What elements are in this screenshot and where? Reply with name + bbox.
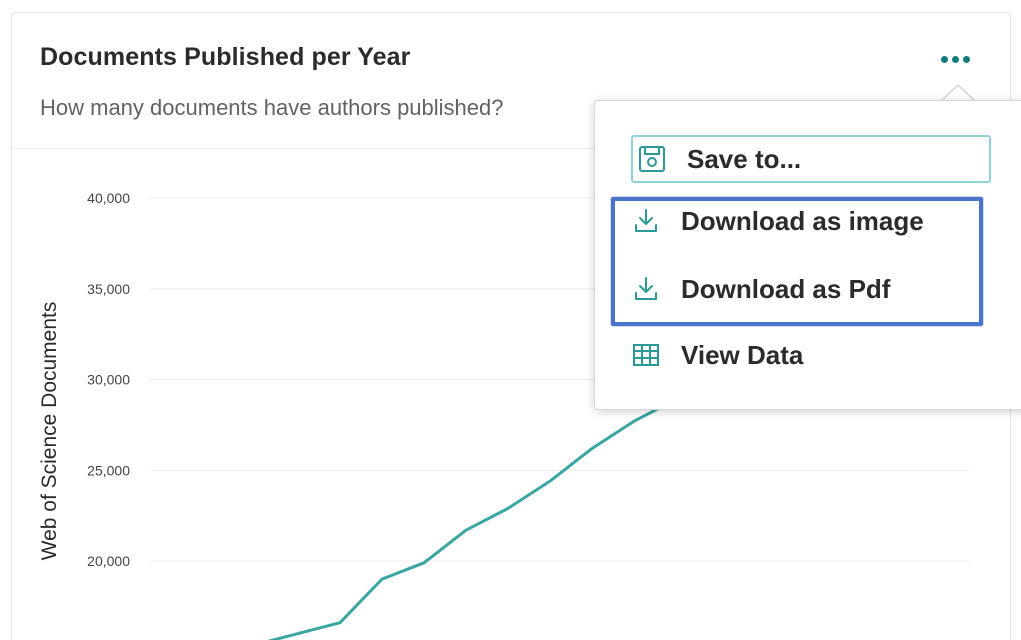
series-line <box>267 398 677 640</box>
more-horizontal-icon-dot-2 <box>951 55 959 63</box>
menu-item-label: Download as Pdf <box>681 273 891 304</box>
menu-item-label: View Data <box>681 339 804 370</box>
menu-item-download-pdf[interactable]: Download as Pdf <box>631 265 890 313</box>
save-to-icon <box>639 146 665 172</box>
menu-item-save-to[interactable]: Save to... <box>631 135 991 183</box>
y-tick-label: 25,000 <box>87 462 130 478</box>
more-horizontal-icon-dot-3 <box>962 55 970 63</box>
download-icon <box>635 277 657 300</box>
card-title: Documents Published per Year <box>40 43 411 71</box>
options-menu: Save to... Download as image Download as… <box>594 100 1021 410</box>
menu-item-download-image[interactable]: Download as image <box>631 197 924 245</box>
download-icon <box>635 209 657 232</box>
y-tick-label: 35,000 <box>87 281 130 297</box>
y-axis-label: Web of Science Documents <box>38 302 61 561</box>
table-grid-icon <box>633 344 659 366</box>
menu-item-view-data[interactable]: View Data <box>631 331 803 379</box>
menu-item-label: Download as image <box>681 205 924 236</box>
card-subtitle: How many documents have authors publishe… <box>40 95 504 120</box>
more-options-button[interactable] <box>930 41 980 77</box>
y-tick-label: 30,000 <box>87 372 130 388</box>
y-tick-label: 40,000 <box>87 190 130 206</box>
menu-item-label: Save to... <box>687 143 802 174</box>
more-horizontal-icon <box>940 55 948 63</box>
y-tick-label: 20,000 <box>87 553 130 569</box>
